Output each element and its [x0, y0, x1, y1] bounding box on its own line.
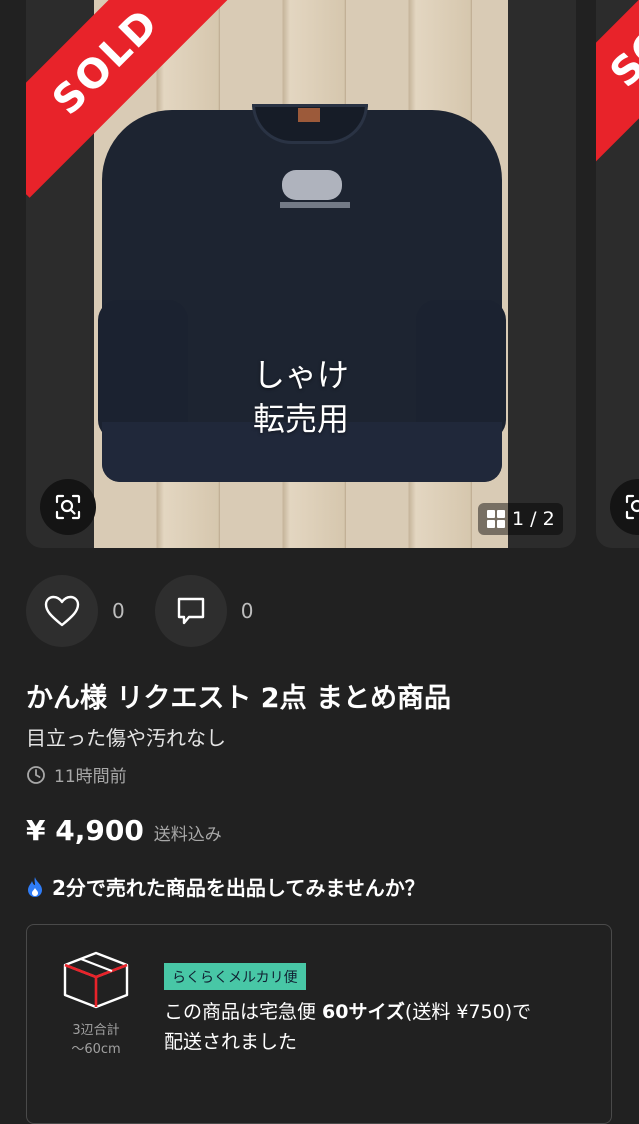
- photo-overlay-line1: しゃけ: [252, 356, 349, 394]
- image-counter: 1 / 2: [478, 503, 563, 535]
- sweater-tag: [298, 108, 320, 122]
- heart-icon: [44, 595, 80, 627]
- lens-search-icon: [625, 494, 639, 520]
- grid-icon: [487, 510, 505, 528]
- flame-icon: [28, 876, 42, 897]
- image-counter-text: 1 / 2: [512, 508, 555, 530]
- shipping-fee: (送料 ¥750)で: [404, 1001, 532, 1023]
- shipping-description: この商品は宅急便 60サイズ(送料 ¥750)で 配送されました: [164, 997, 604, 1057]
- sweater-print-text: [280, 202, 350, 208]
- like-button[interactable]: [26, 575, 98, 647]
- shipping-text-prefix: この商品は宅急便: [164, 1001, 323, 1023]
- next-sold-ribbon: SOLD: [596, 0, 639, 163]
- next-sold-label: SOLD: [601, 0, 639, 97]
- shipping-method-badge: らくらくメルカリ便: [164, 963, 306, 990]
- shipping-text-line2: 配送されました: [164, 1031, 298, 1053]
- shipping-included-label: 送料込み: [153, 825, 222, 845]
- comment-button[interactable]: [154, 575, 227, 647]
- item-photo: しゃけ 転売用: [94, 0, 508, 548]
- promo-text: 2分で売れた商品を出品してみませんか？: [52, 876, 425, 900]
- comment-icon: [177, 597, 204, 625]
- posted-time-text: 11時間前: [54, 767, 127, 787]
- lens-search-icon: [55, 494, 81, 520]
- item-price: ¥ 4,900: [26, 814, 144, 847]
- item-title: かん様 リクエスト 2点 まとめ商品: [26, 683, 451, 714]
- sweater-print: [282, 170, 342, 200]
- next-image-search-button[interactable]: [610, 479, 639, 535]
- item-image-card[interactable]: しゃけ 転売用 SOLD: [26, 0, 576, 548]
- shipping-size: 60サイズ: [322, 1001, 405, 1023]
- like-count: 0: [112, 599, 125, 623]
- item-condition: 目立った傷や汚れなし: [26, 726, 226, 750]
- listing-promo[interactable]: 2分で売れた商品を出品してみませんか？: [26, 872, 425, 901]
- next-image-card[interactable]: SOLD: [596, 0, 639, 548]
- clock-icon: [27, 765, 45, 784]
- package-size: 3辺合計 〜60cm: [57, 949, 135, 1057]
- image-search-button[interactable]: [40, 479, 96, 535]
- photo-overlay-line2: 転売用: [252, 400, 349, 438]
- image-carousel[interactable]: しゃけ 転売用 SOLD 1 / 2 SOLD: [0, 0, 639, 552]
- shipping-info-box: 3辺合計 〜60cm らくらくメルカリ便 この商品は宅急便 60サイズ(送料 ¥…: [26, 924, 612, 1124]
- size-label-line1: 3辺合計: [72, 1023, 120, 1038]
- comment-count: 0: [240, 599, 254, 623]
- posted-time: 11時間前: [26, 762, 127, 787]
- box-icon: [63, 951, 129, 1009]
- price-row: ¥ 4,900 送料込み: [26, 814, 222, 847]
- size-label-line2: 〜60cm: [71, 1042, 121, 1057]
- action-bar: 0 0: [26, 575, 283, 647]
